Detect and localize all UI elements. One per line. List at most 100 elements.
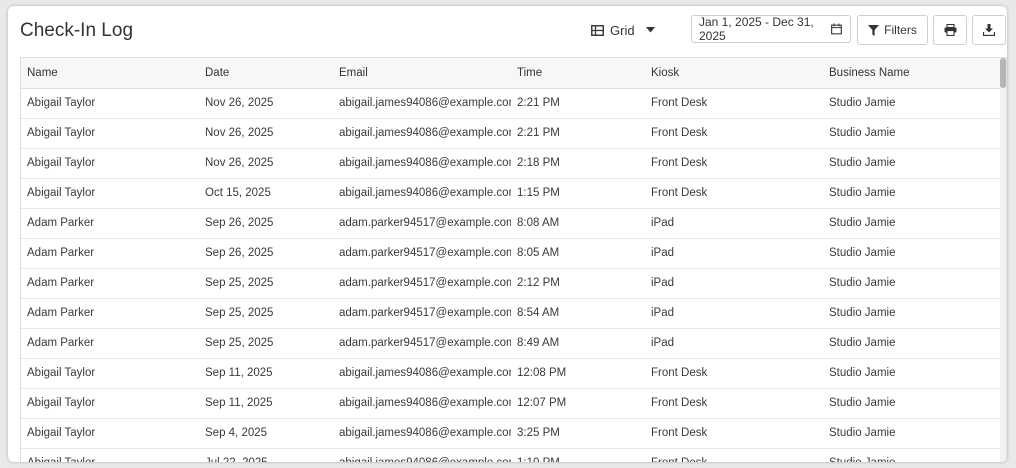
table-row[interactable]: Abigail Taylor Nov 26, 2025 abigail.james9… xyxy=(21,148,1000,179)
cell-email: abigail.james94086@example.com xyxy=(333,388,511,419)
cell-date: Sep 4, 2025 xyxy=(199,418,333,449)
filters-button[interactable]: Filters xyxy=(857,15,928,45)
table-row[interactable]: Abigail TaylorJul 22, 2025abigail.james9… xyxy=(21,448,1000,462)
cell-kiosk: iPad xyxy=(645,238,823,269)
cell-kiosk: Front Desk xyxy=(645,178,823,209)
cell-email: abigail.james94086@example.com xyxy=(333,358,511,389)
column-header-time[interactable]: Time xyxy=(511,58,645,89)
table-row[interactable]: Adam Parker Sep 26, 2025 adam.parker94517@… xyxy=(21,238,1000,269)
filters-button-label: Filters xyxy=(884,23,917,37)
table-row[interactable]: Abigail Taylor Nov 26, 2025 abigail.james9… xyxy=(21,118,1000,149)
cell-business-name: Studio Jamie xyxy=(823,118,1000,149)
grid-icon xyxy=(591,24,604,36)
cell-kiosk: Front Desk xyxy=(645,118,823,149)
table-header-row: Name Date Email Time Kiosk Business Name xyxy=(21,58,1000,89)
table-row[interactable]: Abigail Taylor Sep 11, 2025 abigail.james9… xyxy=(21,388,1000,419)
cell-date: Oct 15, 2025 xyxy=(199,178,333,209)
cell-date: Sep 11, 2025 xyxy=(199,388,333,419)
cell-date: Nov 26, 2025 xyxy=(199,148,333,179)
cell-time: 8:49 AM xyxy=(511,328,645,359)
cell-business-name: Studio Jamie xyxy=(823,178,1000,209)
cell-email: adam.parker94517@example.com xyxy=(333,268,511,299)
scrollbar-thumb[interactable] xyxy=(1000,58,1006,88)
cell-kiosk: Front Desk xyxy=(645,388,823,419)
table-row[interactable]: Abigail Taylor Sep 11, 2025 abigail.james9… xyxy=(21,358,1000,389)
calendar-icon xyxy=(831,23,842,35)
cell-kiosk: Front Desk xyxy=(645,148,823,179)
cell-time: 1:10 PM xyxy=(511,448,645,462)
cell-name: Abigail Taylor xyxy=(21,358,199,389)
cell-time: 8:08 AM xyxy=(511,208,645,239)
cell-date: Sep 25, 2025 xyxy=(199,328,333,359)
cell-email: abigail.james94086@example.com xyxy=(333,178,511,209)
cell-time: 2:12 PM xyxy=(511,268,645,299)
cell-email: adam.parker94517@example.com xyxy=(333,298,511,329)
table-row[interactable]: Abigail Taylor Sep 4, 2025 abigail.james94… xyxy=(21,418,1000,449)
cell-date: Nov 26, 2025 xyxy=(199,118,333,149)
cell-business-name: Studio Jamie xyxy=(823,238,1000,269)
cell-kiosk: iPad xyxy=(645,208,823,239)
cell-email: adam.parker94517@example.com xyxy=(333,328,511,359)
cell-name: Abigail Taylor xyxy=(21,88,199,119)
cell-date: Sep 25, 2025 xyxy=(199,298,333,329)
cell-business-name: Studio Jamie xyxy=(823,268,1000,299)
column-header-email[interactable]: Email xyxy=(333,58,511,89)
cell-date: Jul 22, 2025 xyxy=(199,448,333,462)
cell-name: Adam Parker xyxy=(21,238,199,269)
cell-business-name: Studio Jamie xyxy=(823,88,1000,119)
cell-date: Sep 25, 2025 xyxy=(199,268,333,299)
table-row[interactable]: Adam Parker Sep 25, 2025 adam.parker94517@… xyxy=(21,268,1000,299)
cell-date: Sep 26, 2025 xyxy=(199,208,333,239)
cell-name: Abigail Taylor xyxy=(21,448,199,462)
cell-email: abigail.james94086@example.com xyxy=(333,88,511,119)
view-toggle[interactable]: Grid xyxy=(591,15,655,45)
cell-email: abigail.james94086@example.com xyxy=(333,418,511,449)
cell-date: Sep 26, 2025 xyxy=(199,238,333,269)
cell-name: Abigail Taylor xyxy=(21,388,199,419)
cell-date: Nov 26, 2025 xyxy=(199,88,333,119)
table-row[interactable]: Adam Parker Sep 25, 2025 adam.parker94517@… xyxy=(21,298,1000,329)
cell-time: 12:08 PM xyxy=(511,358,645,389)
cell-name: Abigail Taylor xyxy=(21,118,199,149)
download-icon xyxy=(983,24,995,36)
printer-icon xyxy=(944,24,956,36)
table-row[interactable]: Abigail Taylor Oct 15, 2025 abigail.james9… xyxy=(21,178,1000,209)
table-row[interactable]: Adam Parker Sep 25, 2025 adam.parker94517@… xyxy=(21,328,1000,359)
cell-email: abigail.james94086@example.com xyxy=(333,148,511,179)
column-header-kiosk[interactable]: Kiosk xyxy=(645,58,823,89)
column-header-business-name[interactable]: Business Name xyxy=(823,58,1000,89)
cell-email: abigail.james94086@example.com xyxy=(333,448,511,462)
table-scrollbar[interactable] xyxy=(1000,58,1006,462)
check-in-log-panel: Check-In Log Grid Jan 1, 2025 - Dec 31, … xyxy=(8,6,1007,462)
cell-business-name: Studio Jamie xyxy=(823,148,1000,179)
cell-kiosk: iPad xyxy=(645,328,823,359)
cell-name: Adam Parker xyxy=(21,328,199,359)
cell-business-name: Studio Jamie xyxy=(823,328,1000,359)
cell-kiosk: Front Desk xyxy=(645,418,823,449)
table-row[interactable]: Adam Parker Sep 26, 2025 adam.parker94517@… xyxy=(21,208,1000,239)
cell-name: Abigail Taylor xyxy=(21,148,199,179)
table-row[interactable]: Abigail Taylor Nov 26, 2025 abigail.james9… xyxy=(21,88,1000,119)
cell-kiosk: Front Desk xyxy=(645,358,823,389)
cell-business-name: Studio Jamie xyxy=(823,448,1000,462)
cell-business-name: Studio Jamie xyxy=(823,298,1000,329)
cell-time: 8:05 AM xyxy=(511,238,645,269)
cell-name: Adam Parker xyxy=(21,208,199,239)
print-button[interactable] xyxy=(933,15,967,45)
cell-time: 12:07 PM xyxy=(511,388,645,419)
cell-name: Abigail Taylor xyxy=(21,418,199,449)
cell-email: adam.parker94517@example.com xyxy=(333,208,511,239)
date-range-picker[interactable]: Jan 1, 2025 - Dec 31, 2025 xyxy=(691,15,851,43)
cell-kiosk: Front Desk xyxy=(645,88,823,119)
page-title: Check-In Log xyxy=(20,20,134,41)
filter-icon xyxy=(868,24,880,36)
cell-time: 1:15 PM xyxy=(511,178,645,209)
cell-business-name: Studio Jamie xyxy=(823,358,1000,389)
cell-kiosk: iPad xyxy=(645,298,823,329)
download-button[interactable] xyxy=(972,15,1006,45)
column-header-name[interactable]: Name xyxy=(21,58,199,89)
column-header-date[interactable]: Date xyxy=(199,58,333,89)
cell-business-name: Studio Jamie xyxy=(823,418,1000,449)
cell-date: Sep 11, 2025 xyxy=(199,358,333,389)
cell-kiosk: iPad xyxy=(645,268,823,299)
